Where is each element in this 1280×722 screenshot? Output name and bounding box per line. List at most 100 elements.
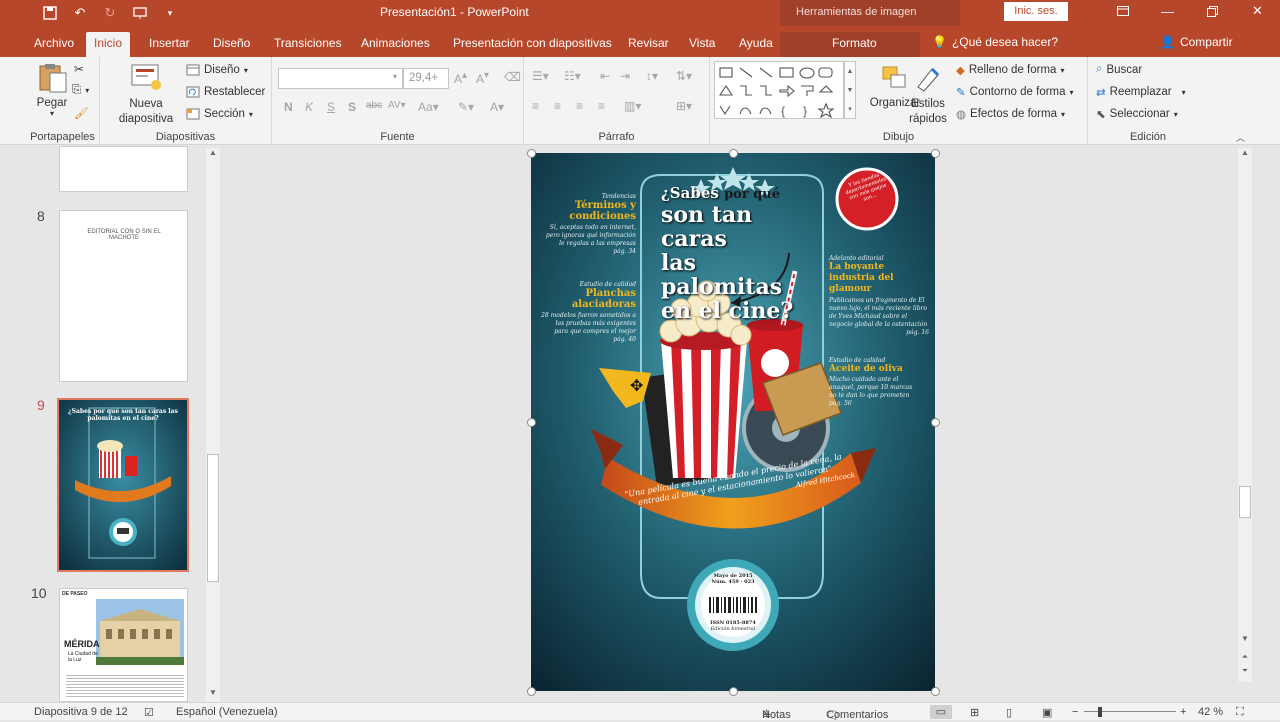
reading-view-icon[interactable]: ▯	[1006, 706, 1012, 719]
underline-icon[interactable]: S	[327, 100, 335, 114]
font-name-dropdown[interactable]: ▾	[278, 68, 403, 89]
slide-thumbnail-10[interactable]: DE PASEO MÉRIDA La Ciudad de la Luz	[59, 588, 188, 702]
resize-handle-bottom-left[interactable]	[527, 687, 536, 696]
resize-handle-top[interactable]	[729, 149, 738, 158]
resize-handle-left[interactable]	[527, 418, 536, 427]
numbering-icon[interactable]: ☷▾	[564, 69, 581, 83]
columns-icon[interactable]: ▥▾	[624, 99, 641, 113]
zoom-level[interactable]: 42 %	[1198, 706, 1223, 718]
fit-slide-icon[interactable]: ⛶	[1236, 706, 1244, 719]
tab-formato[interactable]: Formato	[780, 32, 920, 57]
text-direction-icon[interactable]: ⇅▾	[676, 69, 692, 83]
format-painter-icon[interactable]: 🖌	[74, 106, 89, 120]
align-center-icon[interactable]: ≡	[554, 99, 561, 113]
tab-insertar[interactable]: Insertar	[141, 32, 198, 57]
thumbnail-scrollbar[interactable]: ▲ ▼	[206, 148, 220, 702]
scroll-down-icon[interactable]: ▼	[206, 688, 220, 697]
line-spacing-icon[interactable]: ↕▾	[646, 69, 658, 83]
customize-qat-icon[interactable]: ▾	[160, 3, 180, 23]
shapes-more-button[interactable]: ▲ ▼ ▾	[844, 61, 856, 119]
resize-handle-top-right[interactable]	[931, 149, 940, 158]
slide-thumbnail-9[interactable]: ¿Sabes por qué son tan caras las palomit…	[57, 398, 189, 572]
slide-thumbnail-8[interactable]: EDITORIAL CON O SIN EL MACHOTE	[59, 210, 188, 382]
italic-icon[interactable]: K	[305, 100, 313, 114]
align-right-icon[interactable]: ≡	[576, 99, 583, 113]
slide-canvas[interactable]: ¿Sabes por qué son tan caras las palomit…	[531, 153, 935, 691]
thumbnail-scroll-thumb[interactable]	[207, 454, 219, 582]
present-icon[interactable]	[130, 3, 150, 23]
find-button[interactable]: ⌕ Buscar	[1096, 63, 1142, 76]
increase-font-icon[interactable]: A▴	[454, 70, 467, 86]
decrease-indent-icon[interactable]: ⇤	[600, 69, 610, 83]
signin-button[interactable]: Inic. ses.	[1004, 2, 1068, 21]
paste-button[interactable]: Pegar ▾	[32, 63, 72, 118]
strikethrough-icon[interactable]: abc	[366, 100, 382, 111]
align-left-icon[interactable]: ≡	[532, 99, 539, 113]
undo-icon[interactable]: ↶	[70, 3, 90, 23]
replace-button[interactable]: ⇄ Reemplazar ▾	[1096, 85, 1186, 99]
font-size-dropdown[interactable]: 29,4+	[403, 68, 449, 89]
tell-me-box[interactable]: 💡 ¿Qué desea hacer?	[932, 35, 1058, 49]
resize-handle-right[interactable]	[931, 418, 940, 427]
justify-icon[interactable]: ≡	[598, 99, 605, 113]
close-icon[interactable]: ✕	[1235, 0, 1280, 22]
shape-outline-button[interactable]: ✎ Contorno de forma ▾	[956, 85, 1074, 99]
bullets-icon[interactable]: ☰▾	[532, 69, 549, 83]
editor-scroll-up-icon[interactable]: ▲	[1238, 148, 1252, 157]
section-button[interactable]: Sección ▾	[186, 107, 253, 121]
change-case-icon[interactable]: Aa▾	[418, 100, 439, 114]
collapse-ribbon-icon[interactable]: ︿	[1236, 131, 1245, 144]
shape-effects-button[interactable]: ◍ Efectos de forma ▾	[956, 107, 1065, 121]
slide-sorter-icon[interactable]: ⊞	[970, 706, 979, 719]
ribbon-display-icon[interactable]	[1100, 0, 1145, 22]
tab-presentacion[interactable]: Presentación con diapositivas	[445, 32, 620, 57]
restore-icon[interactable]	[1190, 0, 1235, 22]
scroll-up-icon[interactable]: ▲	[206, 148, 220, 157]
increase-indent-icon[interactable]: ⇥	[620, 69, 630, 83]
next-slide-icon[interactable]: ⏷	[1238, 666, 1252, 676]
smartart-icon[interactable]: ⊞▾	[676, 99, 692, 113]
zoom-slider-thumb[interactable]	[1098, 707, 1102, 717]
editor-scroll-down-icon[interactable]: ▼	[1238, 634, 1252, 643]
quick-styles-button[interactable]: Estilos rápidos	[908, 63, 948, 127]
copy-icon[interactable]: ⎘ ▾	[72, 84, 89, 97]
shape-fill-button[interactable]: ◆ Relleno de forma ▾	[956, 63, 1064, 77]
reset-button[interactable]: Restablecer	[186, 85, 265, 99]
tab-vista[interactable]: Vista	[681, 32, 723, 57]
tab-ayuda[interactable]: Ayuda	[731, 32, 781, 57]
spacing-icon[interactable]: AV▾	[388, 100, 406, 111]
zoom-in-icon[interactable]: +	[1180, 706, 1186, 718]
resize-handle-bottom-right[interactable]	[931, 687, 940, 696]
zoom-out-icon[interactable]: −	[1072, 706, 1078, 718]
bold-icon[interactable]: N	[284, 100, 293, 114]
spellcheck-icon[interactable]: ☑	[144, 706, 154, 719]
layout-button[interactable]: Diseño ▾	[186, 63, 248, 77]
save-icon[interactable]	[40, 3, 60, 23]
shapes-gallery[interactable]: {}	[714, 61, 844, 119]
tab-diseno[interactable]: Diseño	[205, 32, 258, 57]
resize-handle-bottom[interactable]	[729, 687, 738, 696]
editor-scroll-thumb[interactable]	[1239, 486, 1251, 518]
redo-icon[interactable]: ↻	[100, 3, 120, 23]
share-button[interactable]: 👤 Compartir	[1160, 35, 1233, 49]
highlight-icon[interactable]: ✎▾	[458, 100, 474, 114]
editor-scrollbar[interactable]: ▲ ▼ ⏶ ⏷	[1238, 148, 1252, 682]
tab-animaciones[interactable]: Animaciones	[353, 32, 438, 57]
minimize-icon[interactable]: —	[1145, 0, 1190, 22]
previous-slide-icon[interactable]: ⏶	[1238, 652, 1252, 662]
language-indicator[interactable]: Español (Venezuela)	[176, 706, 278, 718]
new-slide-button[interactable]: Nueva diapositiva	[114, 63, 178, 127]
normal-view-icon[interactable]: ▭	[930, 705, 952, 719]
clear-format-icon[interactable]: ⌫	[504, 70, 521, 84]
slide-thumbnail-7[interactable]	[59, 146, 188, 192]
slideshow-view-icon[interactable]: ▣	[1042, 706, 1052, 719]
resize-handle-top-left[interactable]	[527, 149, 536, 158]
tab-inicio[interactable]: Inicio	[86, 32, 131, 57]
font-color-icon[interactable]: A▾	[490, 100, 504, 114]
cut-icon[interactable]: ✂	[74, 62, 84, 76]
select-button[interactable]: ⬉ Seleccionar ▾	[1096, 107, 1178, 121]
tab-revisar[interactable]: Revisar	[620, 32, 677, 57]
tab-archivo[interactable]: Archivo	[26, 32, 82, 57]
decrease-font-icon[interactable]: A▾	[476, 70, 489, 86]
shadow-icon[interactable]: S	[348, 100, 356, 114]
